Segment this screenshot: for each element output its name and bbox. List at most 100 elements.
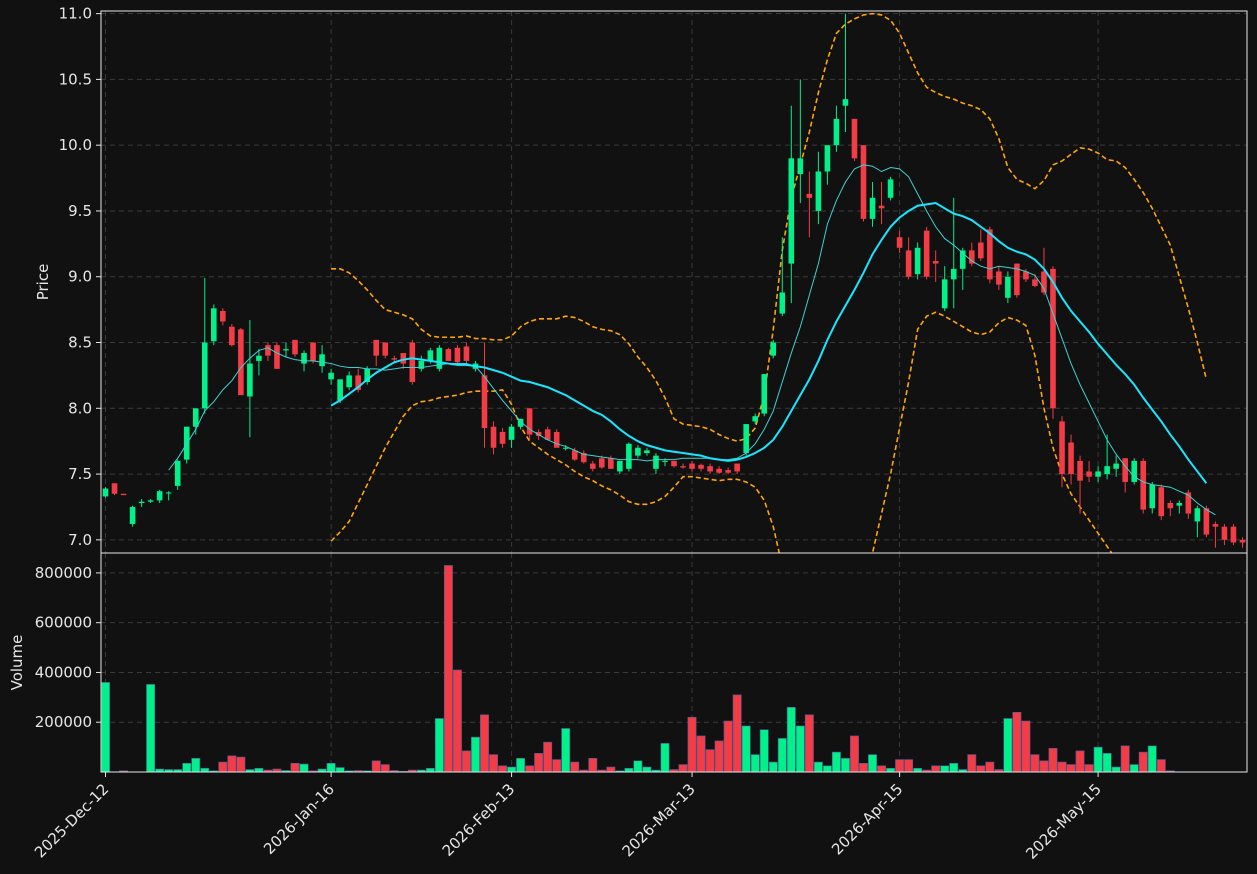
volume-bar (660, 743, 670, 773)
volume-bar (1066, 764, 1076, 773)
volume-bar (1120, 745, 1130, 773)
candle-body (490, 426, 497, 448)
volume-bar (967, 754, 977, 773)
volume-bar (1147, 745, 1157, 773)
candle-body (1149, 484, 1156, 509)
candle-body (644, 450, 650, 454)
candle-body (1212, 524, 1219, 527)
candle-body (698, 464, 704, 469)
candle-body (192, 408, 199, 427)
candle-body (391, 358, 398, 360)
candle-body (409, 342, 416, 382)
volume-bar (498, 765, 508, 773)
candle-body (680, 466, 686, 468)
volume-bar (687, 716, 697, 773)
volume-y-axis-label: Volume (8, 635, 26, 691)
candle-body (725, 470, 731, 473)
candle-body (779, 292, 786, 314)
candle-body (842, 99, 849, 106)
volume-bar (633, 760, 643, 773)
candle-body (210, 308, 217, 342)
price-tick-label: 9.5 (68, 202, 92, 220)
candle-body (292, 339, 298, 355)
volume-bar (534, 753, 544, 773)
volume-bar (831, 751, 841, 773)
volume-bar (191, 758, 201, 773)
volume-bar (822, 765, 832, 773)
volume-bar (200, 767, 210, 773)
volume-bar (1039, 760, 1049, 773)
volume-bar (949, 762, 959, 773)
candle-body (941, 279, 948, 309)
candle-body (301, 353, 307, 364)
volume-bar (913, 767, 923, 773)
volume-bar (895, 759, 905, 773)
volume-bar (1084, 764, 1094, 773)
volume-bar (678, 764, 688, 773)
price-tick-label: 9.0 (68, 268, 92, 286)
candle-body (1140, 460, 1147, 510)
volume-bar (561, 728, 571, 773)
candle-body (1167, 503, 1174, 509)
volume-bar (227, 755, 237, 773)
volume-bar (624, 767, 634, 773)
volume-bar (425, 767, 435, 773)
candle-body (1104, 466, 1110, 475)
candle-body (328, 372, 334, 380)
candle-body (174, 460, 181, 486)
candle-body (689, 463, 695, 469)
candle-body (373, 339, 380, 356)
volume-tick-label: 800000 (35, 564, 92, 582)
candle-body (562, 447, 569, 449)
volume-bar (101, 682, 110, 773)
candle-body (707, 466, 713, 472)
candle-body (635, 447, 641, 456)
volume-bar (850, 735, 859, 773)
candle-body (274, 345, 280, 369)
volume-bar (741, 725, 751, 773)
candle-body (761, 374, 768, 414)
volume-bar (254, 767, 264, 773)
candle-body (950, 268, 957, 280)
stock-chart: 7.0 7.5 8.0 8.5 9.0 9.5 10.0 10.5 11.0 Price 200… (0, 0, 1257, 874)
candle-body (743, 424, 749, 454)
volume-bar (1102, 753, 1112, 773)
volume-bar (931, 765, 941, 773)
volume-bar (552, 759, 562, 773)
candle-body (337, 379, 343, 401)
price-y-axis-label: Price (34, 264, 52, 301)
price-tick-label: 10.5 (59, 70, 92, 88)
volume-bar (868, 754, 877, 773)
candle-body (229, 326, 235, 346)
volume-bar (705, 749, 715, 773)
volume-bar (976, 765, 986, 773)
candle-body (1158, 487, 1165, 517)
candle-body (445, 349, 452, 361)
candle-body (824, 145, 831, 172)
price-tick-label: 11.0 (59, 5, 92, 23)
volume-bar (218, 761, 228, 773)
candle-body (427, 350, 434, 361)
candle-body (987, 229, 993, 280)
candle-body (923, 230, 930, 277)
volume-bar (723, 720, 733, 773)
price-tick-label: 7.0 (68, 531, 92, 549)
volume-tick-label: 200000 (35, 713, 92, 731)
candle-body (626, 443, 632, 469)
candle-body (589, 463, 596, 469)
candle-body (553, 431, 560, 448)
candle-body (851, 118, 858, 159)
candle-body (346, 375, 352, 388)
candle-body (1239, 539, 1246, 543)
volume-bar (489, 754, 498, 773)
candle-body (319, 354, 325, 367)
candle-body (147, 500, 154, 502)
candle-body (1005, 276, 1011, 298)
volume-bar (326, 762, 336, 773)
candle-body (400, 353, 407, 364)
candle-body (1050, 268, 1056, 409)
volume-bar (940, 765, 950, 773)
volume-bar (462, 750, 471, 773)
volume-bar (904, 759, 914, 773)
candle-body (860, 145, 867, 219)
